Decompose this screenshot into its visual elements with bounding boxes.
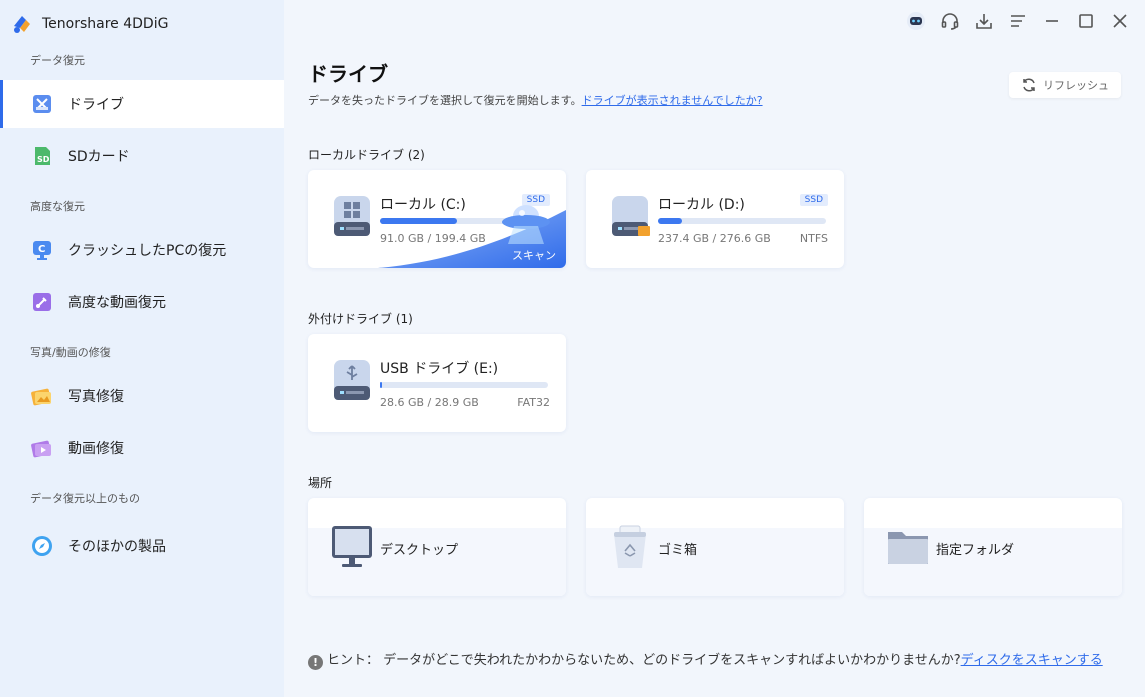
location-name: デスクトップ (380, 543, 459, 558)
info-icon: ! (308, 655, 323, 670)
drive-size: 237.4 GB / 276.6 GB (658, 232, 771, 245)
sd-card-icon: SD (35, 147, 50, 165)
sidebar: Tenorshare 4DDiG データ復元 ドライブ SD SDカード 高度な… (0, 0, 284, 697)
maximize-button[interactable] (1075, 10, 1097, 32)
refresh-label: リフレッシュ (1043, 79, 1109, 92)
drive-size: 28.6 GB / 28.9 GB (380, 396, 479, 409)
external-drives-label: 外付けドライブ (1) (308, 312, 413, 326)
drive-not-shown-link[interactable]: ドライブが表示されませんでしたか? (582, 94, 763, 107)
menu-button[interactable] (1007, 10, 1029, 32)
sidebar-item-video-repair[interactable]: 動画修復 (0, 424, 284, 472)
recycle-bin-icon (614, 525, 646, 568)
minimize-button[interactable] (1041, 10, 1063, 32)
sidebar-item-label: 動画修復 (68, 441, 124, 457)
drive-name: ローカル (D:) (658, 197, 745, 213)
section-photo-video-repair: 写真/動画の修復 (30, 346, 111, 359)
main-panel: ドライブ データを失ったドライブを選択して復元を開始します。ドライブが表示されま… (284, 0, 1145, 697)
section-advanced-recovery: 高度な復元 (30, 200, 85, 213)
drive-card-e[interactable]: USB ドライブ (E:) 28.6 GB / 28.9 GB FAT32 (308, 334, 566, 432)
compass-icon (32, 536, 52, 556)
locations-label: 場所 (308, 476, 333, 490)
hint-text: ヒント： データがどこで失われたかわからないため、どのドライブをスキャンすればよ… (327, 653, 961, 668)
video-recovery-icon (33, 293, 51, 311)
sidebar-item-label: SDカード (68, 149, 130, 165)
support-button[interactable] (939, 10, 961, 32)
local-drives-label: ローカルドライブ (2) (308, 148, 425, 162)
app-logo-icon (14, 16, 30, 33)
svg-text:C: C (38, 244, 45, 255)
section-data-recovery: データ復元 (30, 54, 85, 67)
windows-drive-icon (334, 196, 370, 236)
hint-bar: ! ヒント： データがどこで失われたかわからないため、どのドライブをスキャンすれば… (308, 650, 1128, 672)
scan-ufo-icon (502, 205, 550, 244)
photo-repair-icon (31, 388, 51, 406)
location-desktop[interactable]: デスクトップ (308, 498, 566, 596)
location-name: ゴミ箱 (658, 543, 698, 558)
svg-text:SD: SD (37, 155, 50, 164)
scan-button-label[interactable]: スキャン (512, 247, 556, 263)
drive-name: ローカル (C:) (380, 197, 466, 213)
drive-size: 91.0 GB / 199.4 GB (380, 232, 486, 245)
sidebar-item-label: 高度な動画復元 (68, 295, 166, 311)
headset-icon (941, 13, 959, 30)
sidebar-item-label: クラッシュしたPCの復元 (68, 243, 227, 259)
sidebar-item-label: 写真修復 (68, 389, 124, 405)
drive-card-c[interactable]: ローカル (C:) SSD 91.0 GB / 199.4 GB スキャン (308, 170, 566, 268)
drive-icon (33, 95, 51, 113)
window-controls (905, 10, 1131, 32)
scan-disk-link[interactable]: ディスクをスキャンする (961, 653, 1103, 668)
refresh-button[interactable]: リフレッシュ (1009, 72, 1121, 98)
location-recycle-bin[interactable]: ゴミ箱 (586, 498, 844, 596)
app-title-text: Tenorshare 4DDiG (42, 16, 169, 32)
menu-icon (1011, 15, 1025, 27)
download-button[interactable] (973, 10, 995, 32)
crashed-pc-icon: C (33, 241, 51, 260)
drive-usage-fill (658, 218, 682, 224)
drive-card-d[interactable]: ローカル (D:) SSD 237.4 GB / 276.6 GB NTFS (586, 170, 844, 268)
drive-filesystem: NTFS (799, 232, 828, 245)
page-subtitle: データを失ったドライブを選択して復元を開始します。ドライブが表示されませんでした… (308, 92, 763, 108)
sidebar-item-label: そのほかの製品 (68, 539, 166, 555)
sidebar-item-crashed-pc[interactable]: C クラッシュしたPCの復元 (0, 226, 284, 274)
assistant-robot-button[interactable] (905, 10, 927, 32)
minimize-icon (1046, 20, 1058, 22)
sidebar-item-photo-repair[interactable]: 写真修復 (0, 372, 284, 420)
sidebar-item-advanced-video[interactable]: 高度な動画復元 (0, 278, 284, 326)
page-subtitle-text: データを失ったドライブを選択して復元を開始します。 (308, 94, 582, 107)
drive-usage-bar (380, 382, 548, 388)
close-icon (1113, 14, 1127, 28)
sidebar-item-label: ドライブ (68, 97, 124, 113)
folder-icon (888, 532, 928, 564)
download-icon (976, 14, 992, 29)
drive-filesystem: FAT32 (517, 396, 550, 409)
section-beyond-recovery: データ復元以上のもの (30, 492, 140, 505)
location-name: 指定フォルダ (936, 543, 1015, 558)
drive-usage-fill (380, 382, 383, 388)
sidebar-item-drive[interactable]: ドライブ (0, 80, 284, 128)
robot-icon (907, 12, 925, 30)
location-specified-folder[interactable]: 指定フォルダ (864, 498, 1122, 596)
drive-name: USB ドライブ (E:) (380, 361, 499, 377)
maximize-icon (1079, 14, 1093, 28)
close-button[interactable] (1109, 10, 1131, 32)
drive-usage-fill (380, 218, 457, 224)
page-title: ドライブ (308, 62, 388, 86)
sidebar-item-other-products[interactable]: そのほかの製品 (0, 522, 284, 570)
app-title: Tenorshare 4DDiG (10, 12, 168, 36)
drive-type-badge: SSD (799, 194, 828, 206)
drive-usage-bar (658, 218, 826, 224)
usb-drive-icon (334, 360, 370, 400)
desktop-icon (332, 526, 372, 567)
refresh-icon (1023, 78, 1035, 92)
drive-icon (612, 196, 650, 236)
sidebar-item-sd-card[interactable]: SD SDカード (0, 132, 284, 180)
video-repair-icon (31, 440, 51, 458)
